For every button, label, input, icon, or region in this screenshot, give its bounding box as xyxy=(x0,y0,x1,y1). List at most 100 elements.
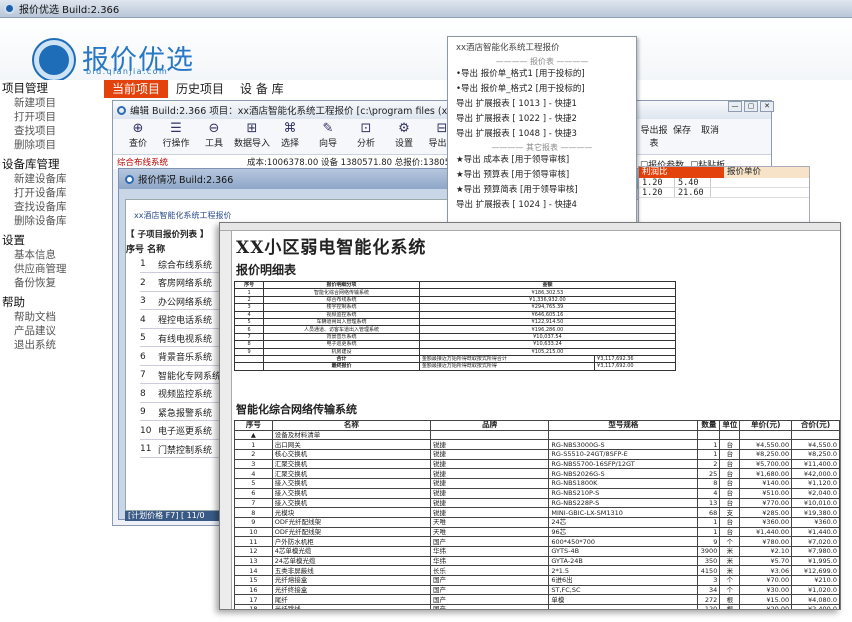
total-row: 最终报价 金额最接近万始所得既取按式所得 ¥3,117,692.00 xyxy=(233,362,676,371)
cell: 15 xyxy=(234,575,273,586)
cell: RG-NBS228P-S xyxy=(548,497,699,509)
cell: ¥770.00 xyxy=(739,497,793,509)
nav-item[interactable]: 删除项目 xyxy=(0,138,104,152)
main-tab[interactable]: 历史项目 xyxy=(168,80,232,98)
nav-section-heading: 项目管理 xyxy=(2,81,48,95)
toolbar-label: 查价 xyxy=(128,139,147,149)
cell: 锐捷 xyxy=(429,507,550,518)
row-name: 背景音乐系统 xyxy=(158,353,213,363)
nav-item[interactable]: 打开项目 xyxy=(0,110,104,124)
cell: ¥1,440.00 xyxy=(739,526,793,538)
maximize-button[interactable]: ▢ xyxy=(744,101,758,112)
table-row: 12 4芯单模光缆 华纬 GYTS-4B 3900 米 ¥2.10 ¥7,980.0 xyxy=(234,545,840,557)
cell: ¥1,336,932.00 xyxy=(418,295,677,305)
cell: 华纬 xyxy=(429,545,550,557)
nav-item[interactable]: 产品建议 xyxy=(0,324,104,338)
cell: RG-S5510-24GT/8SFP-E xyxy=(548,449,699,460)
toolbar-button[interactable]: ⊞ 数据导入 xyxy=(233,119,271,154)
table-row: 9 ODF光纤配线架 天唯 24芯 1 台 ¥360.00 ¥360.0 xyxy=(234,516,840,528)
cell: ¥1,020.0 xyxy=(791,584,840,596)
nav-item[interactable]: 供应商管理 xyxy=(0,262,104,276)
cell: 国产 xyxy=(429,594,550,606)
cell: ¥10,633.24 xyxy=(418,340,677,349)
cell: 8 xyxy=(234,507,273,518)
cell: ¥122,914.50 xyxy=(418,317,677,327)
menu-item[interactable]: •导出 报价单_格式2 [用于投标的] xyxy=(448,82,636,97)
nav-item[interactable]: 打开设备库 xyxy=(0,186,104,200)
row-number: 3 xyxy=(140,296,146,306)
menu-item[interactable]: 导出 扩展报表 [ 1022 ] - 快捷2 xyxy=(448,112,636,127)
cell: 米 xyxy=(719,565,741,576)
main-tab[interactable]: 当前项目 xyxy=(104,80,169,98)
nav-item[interactable]: 帮助文档 xyxy=(0,310,104,324)
menu-separator: ———— 其它报表 ———— xyxy=(491,143,593,152)
cell: 背景音乐系统 xyxy=(263,332,420,342)
cell: RG-NBS5700-16SFP/12GT xyxy=(548,458,699,470)
right-tool-button[interactable]: 导出报表 xyxy=(640,120,668,149)
row-number: 9 xyxy=(140,407,146,417)
cell: GYTA-24B xyxy=(548,555,699,567)
nav-item[interactable]: 查找项目 xyxy=(0,124,104,138)
cell: 24芯 xyxy=(548,516,699,528)
right-tool-button[interactable]: 取消 xyxy=(696,120,724,149)
menu-item[interactable]: ★导出 预算简表 [用于领导审核] xyxy=(448,183,636,198)
col-header: 金额 xyxy=(418,280,677,290)
menu-item[interactable]: ★导出 成本表 [用于领导审核] xyxy=(448,153,636,168)
grid-cell: 5.40 xyxy=(675,178,711,188)
nav-item[interactable]: 新建设备库 xyxy=(0,172,104,186)
nav-item[interactable]: 新建项目 xyxy=(0,96,104,110)
close-button[interactable]: ✕ xyxy=(760,101,774,112)
excel-sheet-preview: XX小区弱电智能化系统 报价明细表 序号 报价明细分项 金额 1 智能化综合网络传输系统… xyxy=(219,222,841,610)
nav-item[interactable]: 查找设备库 xyxy=(0,200,104,214)
section-title: 智能化综合网络传输系统 xyxy=(236,403,357,416)
cell: 台 xyxy=(719,487,741,499)
current-subproject: 综合布线系统 xyxy=(117,158,169,168)
menu-item[interactable]: •导出 报价单_格式1 [用于投标的] xyxy=(448,67,636,82)
col-header: 品牌 xyxy=(429,420,550,431)
toolbar-label: 向导 xyxy=(318,139,337,149)
toolbar-button[interactable]: ⊡ 分析 xyxy=(347,119,385,154)
toolbar-icon: ✎ xyxy=(322,121,334,136)
menu-item[interactable]: ★导出 预算表 [用于领导审核] xyxy=(448,168,636,183)
toolbar-button[interactable]: ✎ 向导 xyxy=(309,119,347,154)
toolbar-button[interactable]: ⊕ 查价 xyxy=(119,119,157,154)
col-header: 序号 xyxy=(233,280,265,290)
cell: 户外防水机柜 xyxy=(271,536,431,547)
toolbar-button[interactable]: ⌘ 选择 xyxy=(271,119,309,154)
right-tool-button[interactable]: 保存 xyxy=(668,120,696,149)
cell: 17 xyxy=(234,594,273,606)
cell: ¥8,250.00 xyxy=(739,449,793,460)
main-tabs: 当前项目 历史项目设 备 库 xyxy=(104,80,292,98)
cell: 8 xyxy=(697,478,721,489)
nav-item[interactable]: 备份恢复 xyxy=(0,276,104,290)
row-number: 1 xyxy=(140,259,146,269)
cell: 7 xyxy=(233,332,265,342)
cell xyxy=(429,429,550,441)
grid-col-header: 报价单价 xyxy=(727,167,762,177)
cell: ▲ xyxy=(234,429,273,441)
toolbar-button[interactable]: ⚙ 设置 xyxy=(385,119,423,154)
cell: 3 xyxy=(697,575,721,586)
cell: 台 xyxy=(719,497,741,509)
cell: ¥285.00 xyxy=(739,507,793,518)
menu-item[interactable]: 导出 扩展报表 [ 1024 ] - 快捷4 xyxy=(448,198,636,213)
logo-subtitle: bid.qianjia.com xyxy=(86,67,169,76)
toolbar-label: 工具 xyxy=(204,139,223,149)
minimize-button[interactable]: — xyxy=(728,101,742,112)
nav-item[interactable]: 删除设备库 xyxy=(0,214,104,228)
cell: 台 xyxy=(719,478,741,489)
nav-item[interactable]: 基本信息 xyxy=(0,248,104,262)
cell: 96芯 xyxy=(548,526,699,538)
cell: 出口网关 xyxy=(271,439,431,451)
cell xyxy=(548,604,699,609)
toolbar-button[interactable]: ☰ 行操作 xyxy=(157,119,195,154)
cell: ¥196,286.00 xyxy=(418,325,677,334)
cell: ¥510.00 xyxy=(739,487,793,499)
main-tab[interactable]: 设 备 库 xyxy=(232,80,292,98)
menu-item[interactable]: 导出 扩展报表 [ 1048 ] - 快捷3 xyxy=(448,127,636,142)
toolbar-button[interactable]: ⊖ 工具 xyxy=(195,119,233,154)
row-number: 4 xyxy=(140,314,146,325)
cell: 锐捷 xyxy=(429,458,550,470)
menu-item[interactable]: 导出 扩展报表 [ 1013 ] - 快捷1 xyxy=(448,97,636,112)
nav-item[interactable]: 退出系统 xyxy=(0,338,104,352)
